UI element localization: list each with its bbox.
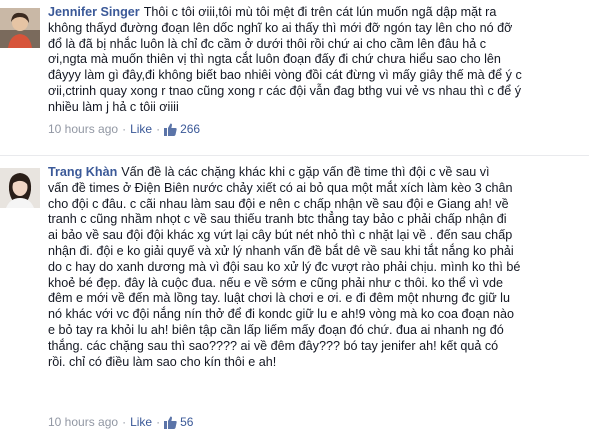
thumbs-up-icon	[164, 123, 177, 136]
comment-line: nó khác với vc đội nắng nín thở để đi ko…	[48, 307, 515, 322]
comment-line: nhiều làm j hả c tôii ơiiii	[48, 99, 179, 114]
comment-line: ơii,ctrinh quay xong r tnao cũng xong r …	[48, 83, 522, 98]
avatar[interactable]	[0, 168, 40, 208]
comment-line: rồi. chỉ có điều làm sao cho kín thôi e …	[48, 354, 277, 369]
comment-line: Thôi c tôi ơiii,tôi mù tôi mệt đi trên c…	[143, 5, 497, 19]
comment-line: cho đội c đâu. c cãi nhau làm sau đội e …	[48, 196, 509, 211]
timestamp[interactable]: 10 hours ago	[48, 122, 118, 136]
timestamp[interactable]: 10 hours ago	[48, 415, 118, 429]
separator-dot: ·	[122, 122, 127, 136]
comment-line: ơi,ngta mà muốn thiên vị thì ngta cắt lu…	[48, 52, 501, 67]
like-count[interactable]: 266	[180, 122, 200, 136]
like-button[interactable]: Like	[130, 122, 152, 136]
author-name[interactable]: Trang Khàn	[48, 165, 117, 179]
comment-line: tranh c cũng nhầm nhọt c về sau thiếu tr…	[48, 212, 507, 227]
comment-line: không thấyd đường đoạn lên dốc nghĩ ko a…	[48, 20, 513, 35]
like-count[interactable]: 56	[180, 415, 193, 429]
separator-dot: ·	[122, 415, 127, 429]
comment-line: khoẻ bé đẹp. đây là cuộc đua. nếu e về s…	[48, 275, 503, 290]
comment-body: Jennifer Singer Thôi c tôi ơiii,tôi mù tô…	[48, 5, 582, 116]
avatar[interactable]	[0, 8, 40, 48]
comment-meta: 10 hours ago · Like · 266	[48, 121, 200, 137]
comment-line: vấn đề times ở Điện Biên nước chảy xiết …	[48, 180, 513, 195]
like-button[interactable]: Like	[130, 415, 152, 429]
author-name[interactable]: Jennifer Singer	[48, 5, 140, 19]
comment-line: nhận đi. đội e ko giải quyế và xử lý nha…	[48, 243, 514, 258]
comment-line: đổ là đã bị nhắc luôn là chỉ đc cầm ở dư…	[48, 36, 487, 51]
thumbs-up-icon	[164, 416, 177, 429]
comment-line: thắng. các chặng sau thì sao???? ai về đ…	[48, 338, 499, 353]
comment-body: Trang Khàn Vấn đề là các chặng khác khi c…	[48, 165, 582, 370]
comment-line: ai bảo về sau đội đội khác xg vứt lại câ…	[48, 228, 513, 243]
comment-line: do c hay do xanh dương mà vì đội sau ko …	[48, 259, 521, 274]
comment-line: Vấn đề là các chặng khác khi c gặp vấn đ…	[121, 165, 490, 179]
comment-meta: 10 hours ago · Like · 56	[48, 414, 193, 430]
separator-dot: ·	[156, 415, 161, 429]
divider	[0, 155, 589, 156]
comment-line: đêm e mới về đến mà lồng tay. luật chơi …	[48, 291, 510, 306]
comment-line: e bỏ tay ra khỏi lu ah! biên tập cần lấp…	[48, 322, 504, 337]
comment-line: đâyyy làm gì đây,đi không biết bao nhiêi…	[48, 68, 522, 83]
separator-dot: ·	[156, 122, 161, 136]
